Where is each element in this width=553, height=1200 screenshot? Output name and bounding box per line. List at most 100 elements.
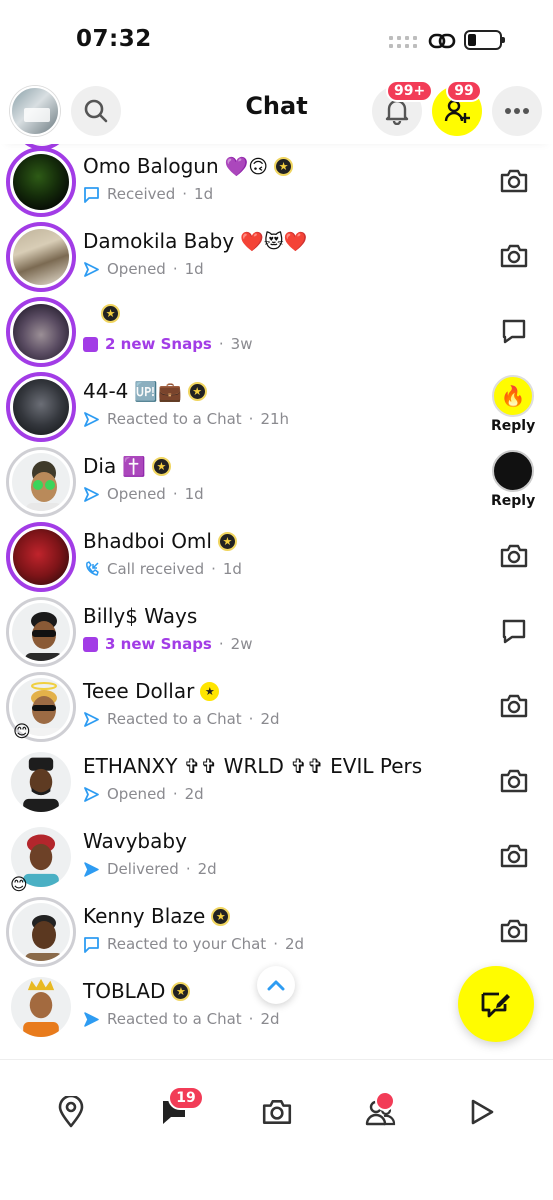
chat-status-text: Reacted to your Chat (107, 935, 267, 953)
avatar[interactable]: 😊 (6, 672, 76, 742)
chat-unread-badge: 19 (168, 1086, 204, 1110)
bitmoji-avatar-icon (25, 612, 63, 661)
signal-icon (389, 36, 419, 50)
camera-icon (500, 769, 528, 793)
chat-name: 44-4 (83, 379, 129, 403)
search-icon (84, 99, 108, 123)
avatar[interactable] (6, 297, 76, 367)
chat-name: Teee Dollar (83, 679, 195, 703)
new-snap-icon (83, 336, 98, 352)
chat-time: 2d (284, 935, 305, 953)
nav-map[interactable] (51, 1092, 91, 1132)
avatar[interactable] (6, 147, 76, 217)
bitmoji-avatar-icon (23, 757, 59, 812)
avatar[interactable] (6, 597, 76, 667)
chat-name: Omo Balogun (83, 154, 219, 178)
camera-icon (500, 544, 528, 568)
chat-status-text: Opened (107, 785, 166, 803)
reply-button[interactable]: Reply (491, 450, 535, 509)
chat-time: 1d (222, 560, 242, 578)
notifications-badge: 99+ (386, 80, 434, 102)
camera-icon (500, 244, 528, 268)
more-button[interactable] (492, 86, 542, 136)
stories-notification-dot (375, 1091, 395, 1111)
received-chat-icon (84, 936, 99, 953)
camera-button[interactable] (497, 839, 531, 873)
link-icon (428, 33, 456, 49)
delivered-arrow-icon (84, 861, 99, 877)
chat-status-text: Reacted to a Chat (107, 1010, 242, 1028)
chat-time: 2d (260, 1010, 280, 1028)
avatar[interactable]: 😊 (6, 822, 76, 895)
camera-button[interactable] (497, 239, 531, 273)
play-icon (471, 1099, 494, 1125)
chat-row-44-4[interactable]: 44-4 🆙💼 ★ Reacted to a Chat · 21h 🔥 Repl… (0, 369, 553, 444)
chat-name: Billy$ Ways (83, 604, 198, 628)
chat-status-text: 3 new Snaps (105, 635, 212, 653)
chat-icon (502, 319, 526, 344)
chat-time: 21h (260, 410, 290, 428)
bitmoji-avatar-icon (23, 978, 59, 1037)
name-emoji: ❤️😻❤️ (240, 230, 308, 253)
star-badge-icon: ★ (151, 456, 171, 476)
name-emoji: 🆙💼 (134, 380, 182, 403)
name-emoji: 💜🙃 (224, 155, 269, 178)
camera-button[interactable] (497, 539, 531, 573)
avatar[interactable] (6, 372, 76, 442)
map-pin-icon (58, 1096, 84, 1128)
chat-row-kenny-blaze[interactable]: Kenny Blaze ★ Reacted to your Chat · 2d (0, 894, 553, 969)
chat-row-dia[interactable]: Dia ✝️ ★ Opened · 1d Reply (0, 444, 553, 519)
camera-button[interactable] (497, 689, 531, 723)
star-badge-icon: ★ (274, 156, 294, 176)
chevron-up-icon (267, 980, 285, 991)
chat-row-teee-dollar[interactable]: 😊 Teee Dollar ★ Reacted to a Chat · 2d (0, 669, 553, 744)
fire-icon: 🔥 (492, 375, 534, 417)
status-bar: 07:32 (0, 0, 553, 78)
chat-list[interactable]: Omo Balogun 💜🙃 ★ Received · 1d Damokila … (0, 144, 553, 1059)
nav-camera[interactable] (257, 1092, 297, 1132)
chat-row-omo-balogun[interactable]: Omo Balogun 💜🙃 ★ Received · 1d (0, 144, 553, 219)
chat-name: Kenny Blaze (83, 904, 206, 928)
new-chat-button[interactable] (458, 966, 534, 1042)
nav-spotlight[interactable] (462, 1092, 502, 1132)
avatar-emoji: 😊 (10, 875, 28, 895)
chat-button[interactable] (497, 614, 531, 648)
chat-row-wavybaby[interactable]: 😊 Wavybaby Delivered · 2d (0, 819, 553, 894)
camera-button[interactable] (497, 164, 531, 198)
chat-name: Dia (83, 454, 117, 478)
chat-status-text: Delivered (107, 860, 179, 878)
avatar[interactable] (6, 747, 76, 817)
chat-icon (502, 619, 526, 644)
chat-status-text: Received (107, 185, 176, 203)
chat-name: TOBLAD (83, 979, 166, 1003)
scroll-to-top-button[interactable] (257, 966, 295, 1004)
chat-row-damokila-baby[interactable]: Damokila Baby ❤️😻❤️ Opened · 1d (0, 219, 553, 294)
camera-button[interactable] (497, 914, 531, 948)
battery-icon (464, 30, 505, 50)
chat-status-text: Call received (107, 560, 205, 578)
chat-time: 1d (184, 260, 204, 278)
avatar[interactable] (6, 522, 76, 592)
avatar-emoji: 😊 (13, 722, 31, 742)
chat-status-text: Opened (107, 260, 166, 278)
chat-button[interactable] (497, 314, 531, 348)
reply-button[interactable]: 🔥 Reply (491, 375, 535, 434)
camera-icon (500, 919, 528, 943)
avatar[interactable] (6, 897, 76, 967)
camera-button[interactable] (497, 764, 531, 798)
new-snap-icon (83, 636, 98, 652)
avatar[interactable] (6, 222, 76, 292)
profile-avatar[interactable] (10, 86, 60, 136)
chat-row-billys-ways[interactable]: Billy$ Ways 3 new Snaps · 2w (0, 594, 553, 669)
status-time: 07:32 (76, 26, 152, 52)
chat-row-unnamed[interactable]: ★ 2 new Snaps · 3w (0, 294, 553, 369)
avatar[interactable] (6, 447, 76, 517)
chat-row-bhadboi-oml[interactable]: Bhadboi Oml ★ Call received · 1d (0, 519, 553, 594)
search-button[interactable] (71, 86, 121, 136)
chat-row-ethanxy[interactable]: ETHANXY ✞✞ WRLD ✞✞ EVIL Pers Opened · 2d (0, 744, 553, 819)
chat-time: 2d (184, 785, 204, 803)
bitmoji-avatar-icon (25, 915, 63, 961)
avatar[interactable] (6, 972, 76, 1042)
star-badge-icon: ★ (211, 906, 231, 926)
chat-status-text: Reacted to a Chat (107, 410, 242, 428)
